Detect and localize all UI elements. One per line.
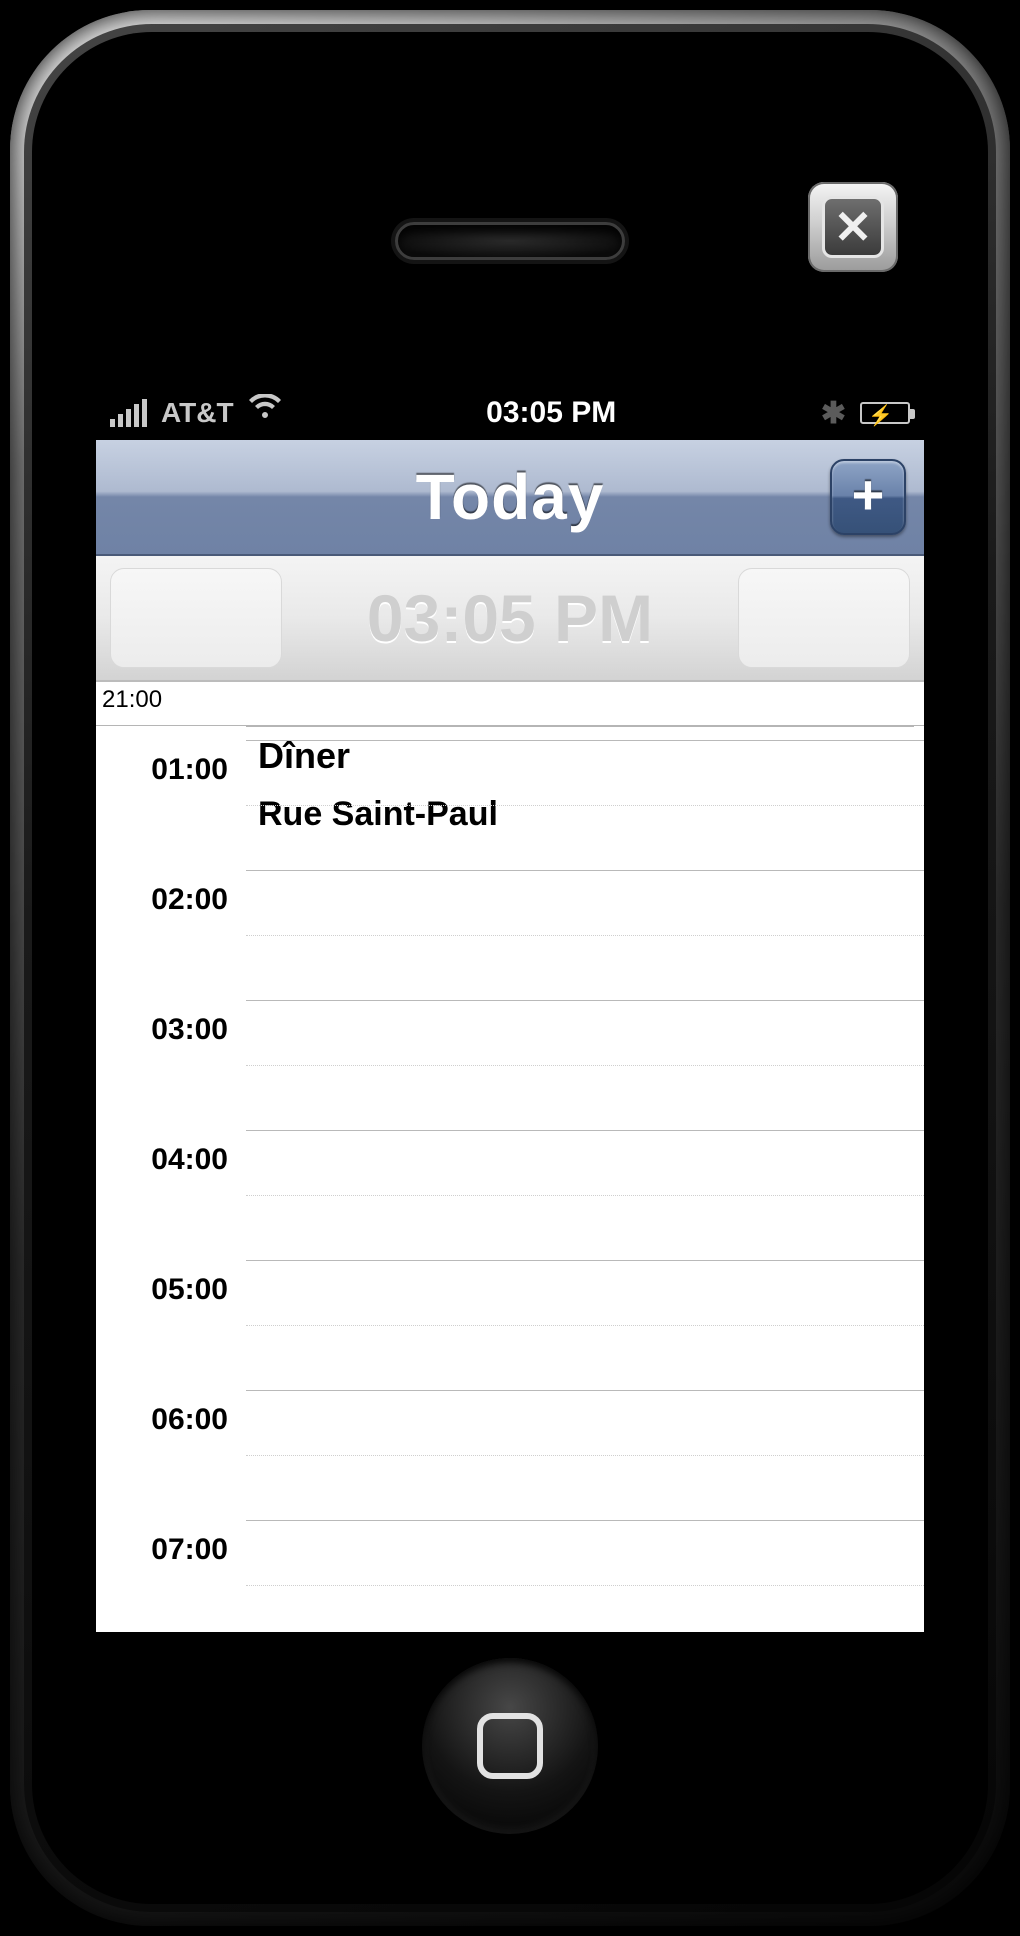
hour-label: 04:00 — [96, 1130, 236, 1260]
earpiece-speaker — [395, 222, 625, 260]
hour-row[interactable] — [246, 1390, 924, 1520]
sub-header: 03:05 PM — [96, 556, 924, 682]
event-start-time: 21:00 — [96, 682, 206, 714]
status-right: ✱ ⚡ — [821, 396, 910, 431]
time-column: 01:00 02:00 03:00 04:00 05:00 06:00 07:0… — [96, 740, 236, 1632]
hour-row[interactable] — [246, 870, 924, 1000]
device-frame-outer: ✕ AT&T 03:05 PM ✱ — [10, 10, 1010, 1926]
home-button[interactable] — [422, 1658, 598, 1834]
status-time: 03:05 PM — [282, 396, 821, 430]
close-icon: ✕ — [822, 196, 884, 258]
wifi-icon — [248, 394, 282, 428]
device-frame-inner: ✕ AT&T 03:05 PM ✱ — [32, 32, 988, 1904]
bluetooth-icon: ✱ — [821, 396, 846, 431]
nav-title: Today — [416, 460, 605, 534]
sub-header-time: 03:05 PM — [367, 580, 653, 656]
hour-grid — [246, 726, 924, 1632]
hour-row[interactable] — [246, 1000, 924, 1130]
battery-icon: ⚡ — [860, 402, 910, 424]
hour-row[interactable] — [246, 1520, 924, 1632]
device-frame-mid: ✕ AT&T 03:05 PM ✱ — [24, 24, 996, 1912]
hour-row[interactable] — [246, 1130, 924, 1260]
hour-label: 05:00 — [96, 1260, 236, 1390]
hour-label: 06:00 — [96, 1390, 236, 1520]
screen: AT&T 03:05 PM ✱ ⚡ Today + — [96, 386, 924, 1632]
agenda-view[interactable]: 21:00 Dîner Rue Saint-Paul 01:00 02:00 0… — [96, 682, 924, 1632]
nav-bar: Today + — [96, 440, 924, 556]
status-bar: AT&T 03:05 PM ✱ ⚡ — [96, 386, 924, 440]
hour-label: 07:00 — [96, 1520, 236, 1632]
status-left: AT&T — [110, 396, 282, 430]
hour-label: 03:00 — [96, 1000, 236, 1130]
close-overlay-button[interactable]: ✕ — [808, 182, 898, 272]
carrier-label: AT&T — [161, 397, 234, 429]
hour-row[interactable] — [246, 740, 924, 870]
add-event-button[interactable]: + — [830, 459, 906, 535]
home-icon — [477, 1713, 543, 1779]
signal-icon — [110, 399, 147, 427]
hour-row[interactable] — [246, 1260, 924, 1390]
all-day-strip: 21:00 — [96, 682, 924, 726]
hour-label: 01:00 — [96, 740, 236, 870]
hour-label: 02:00 — [96, 870, 236, 1000]
